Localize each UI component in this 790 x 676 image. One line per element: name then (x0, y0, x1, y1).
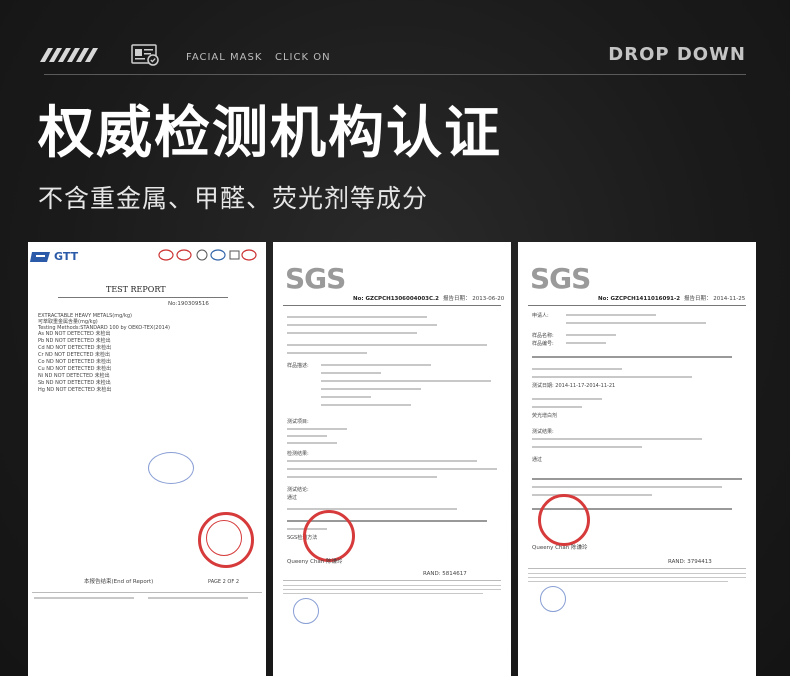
report-number: No: GZCPCH1411016091-2 (598, 296, 681, 302)
page-number: PAGE 2 OF 2 (208, 579, 240, 585)
red-seal (538, 494, 590, 546)
sgs-logo: SGS (285, 262, 346, 295)
report-date: 报告日期： 2014-11-25 (684, 296, 746, 302)
end-of-report: 本报告结束(End of Report) (84, 579, 154, 585)
sgs-logo: SGS (530, 262, 591, 295)
page-title: 权威检测机构认证 (38, 101, 502, 166)
rand-number: RAND: 5814617 (423, 571, 467, 577)
nav-click-on[interactable]: CLICK ON (275, 52, 331, 63)
top-bar: FACIAL MASK CLICK ON DROP DOWN (0, 0, 790, 90)
test-report-document-gtt: GTT TEST REPORT No:190309516 EXTRACTABLE… (28, 242, 266, 676)
accreditation-logos (158, 249, 257, 261)
divider (44, 74, 746, 75)
gtt-logo-icon (30, 252, 50, 262)
report-date: 报告日期： 2013-06-20 (443, 296, 505, 302)
slash-decoration (39, 48, 99, 62)
report-number: No: GZCPCH1306004003C.2 (353, 296, 439, 302)
signature: Queeny Chan 陈谦玲 (532, 545, 588, 551)
report-heading: TEST REPORT (106, 285, 166, 294)
gtt-brand: GTT (54, 250, 79, 263)
blue-seal (540, 586, 566, 612)
test-report-document-sgs-2014: SGS No: GZCPCH1411016091-2 报告日期： 2014-11… (518, 242, 756, 676)
signature: Queeny Chan 陈谦玲 (287, 559, 343, 565)
page-subtitle: 不含重金属、甲醛、荧光剂等成分 (38, 184, 429, 213)
blue-seal (148, 452, 194, 484)
report-number: No:190309516 (168, 301, 209, 307)
rand-number: RAND: 3794413 (668, 559, 712, 565)
drop-down-button[interactable]: DROP DOWN (608, 44, 746, 65)
blue-seal (293, 598, 319, 624)
nav-facial-mask[interactable]: FACIAL MASK (186, 52, 262, 63)
test-report-document-sgs-2013: SGS No: GZCPCH1306004003C.2 报告日期： 2013-0… (273, 242, 511, 676)
red-seal (303, 510, 355, 562)
certificate-icon (131, 44, 159, 66)
